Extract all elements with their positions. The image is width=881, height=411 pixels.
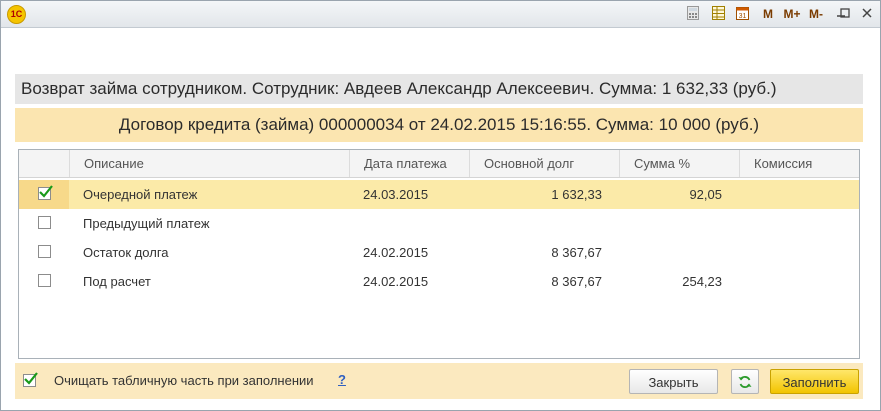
maximize-icon[interactable] (837, 6, 853, 22)
description-cell: Под расчет (83, 274, 151, 289)
table-row[interactable]: Очередной платеж 24.03.2015 1 632,33 92,… (19, 180, 859, 209)
commission-cell (739, 209, 859, 238)
description-cell: Очередной платеж (83, 187, 198, 202)
clear-table-label[interactable]: Очищать табличную часть при заполнении (54, 363, 314, 399)
commission-cell (739, 267, 859, 296)
principal-cell: 1 632,33 (551, 187, 602, 202)
svg-text:31: 31 (738, 13, 746, 20)
fill-button[interactable]: Заполнить (770, 369, 859, 394)
close-button[interactable]: Закрыть (629, 369, 718, 394)
column-header-description[interactable]: Описание (69, 150, 349, 177)
table-row[interactable]: Под расчет 24.02.2015 8 367,67 254,23 (19, 267, 859, 296)
commission-cell (739, 180, 859, 209)
clear-table-checkbox[interactable] (23, 372, 38, 387)
description-cell: Предыдущий платеж (83, 216, 210, 231)
memory-minus-button[interactable]: M- (806, 6, 826, 22)
column-header-date[interactable]: Дата платежа (349, 150, 469, 177)
close-icon[interactable] (859, 6, 875, 22)
spreadsheet-icon[interactable] (710, 6, 726, 22)
commission-cell (739, 238, 859, 267)
check-icon (39, 185, 53, 198)
date-cell: 24.03.2015 (363, 187, 429, 202)
date-cell (349, 209, 469, 238)
refresh-icon (738, 376, 752, 388)
contract-subtitle: Договор кредита (займа) 000000034 от 24.… (15, 108, 863, 142)
date-cell: 24.02.2015 (363, 245, 429, 260)
principal-cell (469, 209, 619, 238)
column-header-interest[interactable]: Сумма % (619, 150, 739, 177)
description-cell: Остаток долга (83, 245, 169, 260)
interest-cell: 92,05 (689, 187, 722, 202)
interest-cell (619, 238, 739, 267)
date-cell: 24.02.2015 (363, 274, 429, 289)
table-row[interactable]: Остаток долга 24.02.2015 8 367,67 (19, 238, 859, 267)
content-spacer (1, 28, 880, 74)
title-bar: 1С 31 M M+ M- (1, 1, 880, 28)
table-header: Описание Дата платежа Основной долг Сумм… (19, 150, 859, 178)
page-title: Возврат займа сотрудником. Сотрудник: Ав… (15, 74, 863, 104)
row-checkbox[interactable] (38, 216, 51, 229)
row-checkbox[interactable] (38, 245, 51, 258)
dialog-window: 1С 31 M M+ M- Возврат займа сотрудником.… (0, 0, 881, 411)
memory-plus-button[interactable]: M+ (782, 6, 802, 22)
principal-cell: 8 367,67 (551, 274, 602, 289)
check-icon (24, 372, 38, 385)
footer-bar: Очищать табличную часть при заполнении ?… (15, 363, 863, 399)
table-row[interactable]: Предыдущий платеж (19, 209, 859, 238)
row-checkbox[interactable] (38, 274, 51, 287)
interest-cell: 254,23 (682, 274, 722, 289)
memory-button[interactable]: M (761, 6, 775, 22)
app-logo-icon: 1С (7, 5, 26, 24)
interest-cell (619, 209, 739, 238)
help-link[interactable]: ? (338, 363, 346, 399)
column-header-principal[interactable]: Основной долг (469, 150, 619, 177)
refresh-button[interactable] (731, 369, 759, 394)
row-checkbox[interactable] (38, 185, 53, 200)
column-header-commission[interactable]: Комиссия (739, 150, 859, 177)
calculator-icon[interactable] (685, 6, 701, 22)
calendar-icon[interactable]: 31 (734, 6, 750, 22)
principal-cell: 8 367,67 (551, 245, 602, 260)
payments-table: Описание Дата платежа Основной долг Сумм… (18, 149, 860, 359)
